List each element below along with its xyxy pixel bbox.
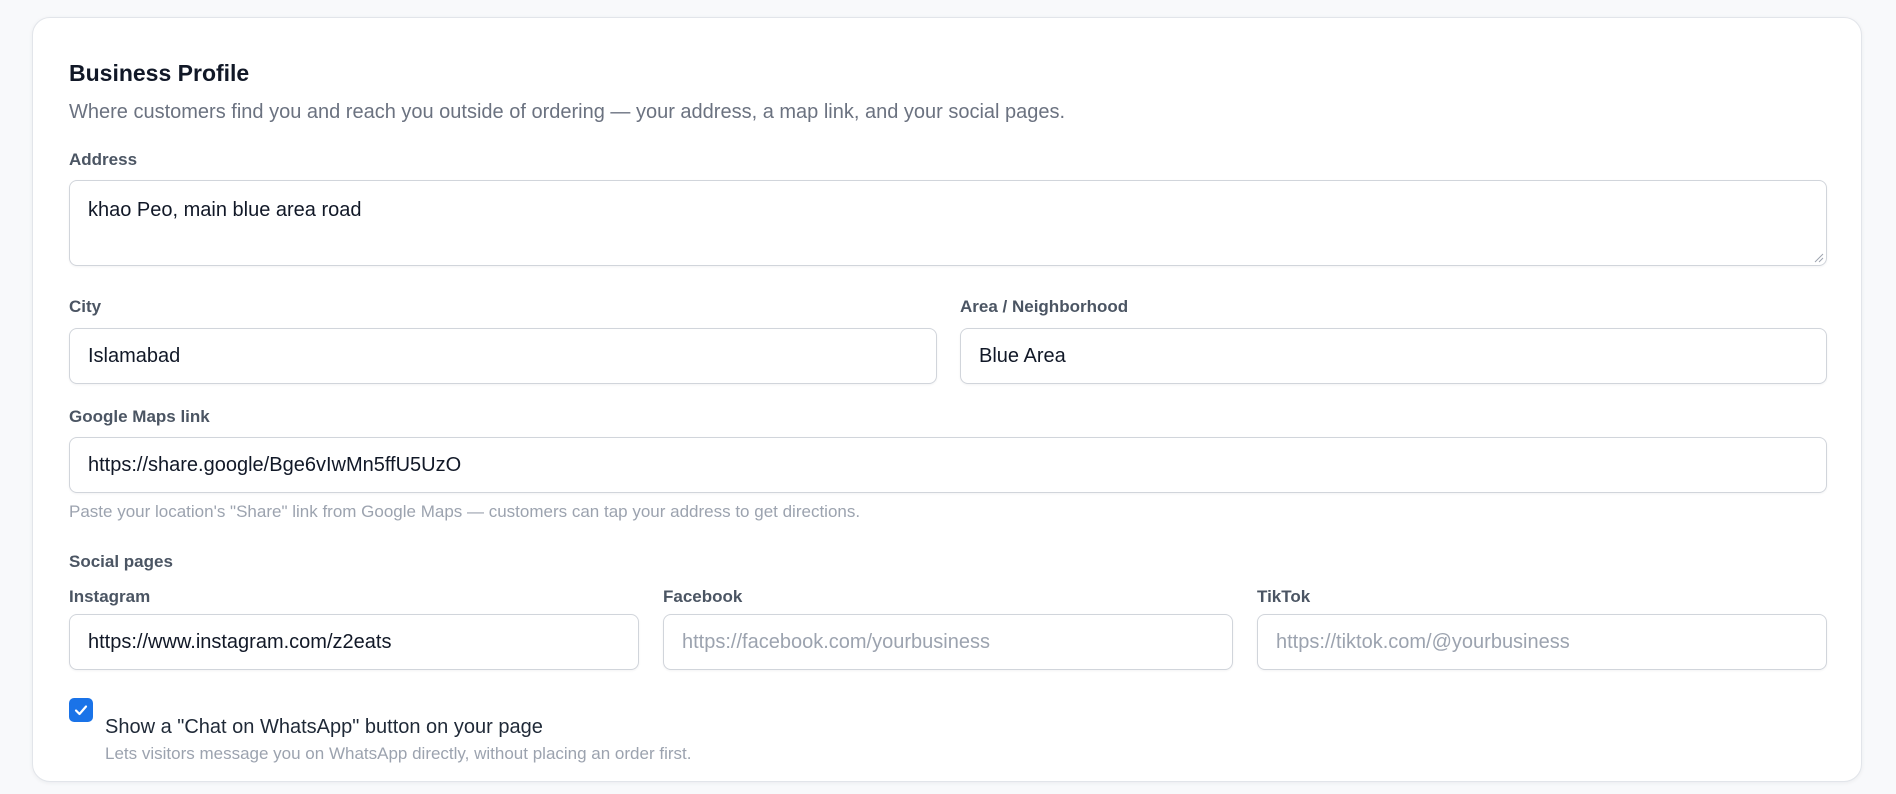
facebook-placeholder: https://facebook.com/yourbusiness <box>682 630 990 653</box>
business-profile-card: Business Profile Where customers find yo… <box>32 17 1862 782</box>
facebook-label: Facebook <box>663 587 743 606</box>
address-label: Address <box>69 150 138 169</box>
tiktok-input[interactable]: https://tiktok.com/@yourbusiness <box>1257 614 1827 670</box>
section-description: Where customers find you and reach you o… <box>69 101 1066 123</box>
instagram-label: Instagram <box>69 587 151 606</box>
tiktok-label: TikTok <box>1257 587 1311 606</box>
area-input[interactable]: Blue Area <box>960 328 1827 384</box>
facebook-input[interactable]: https://facebook.com/yourbusiness <box>663 614 1233 670</box>
instagram-input[interactable]: https://www.instagram.com/z2eats <box>69 614 639 670</box>
city-label: City <box>69 297 102 316</box>
maps-label: Google Maps link <box>69 407 210 426</box>
resize-handle-icon[interactable] <box>1814 253 1824 263</box>
whatsapp-checkbox-label[interactable]: Show a "Chat on WhatsApp" button on your… <box>105 716 543 739</box>
address-textarea[interactable]: khao Peo, main blue area road <box>69 180 1827 266</box>
address-value: khao Peo, main blue area road <box>88 199 362 221</box>
maps-link-value: https://share.google/Bge6vIwMn5ffU5UzO <box>88 453 462 476</box>
tiktok-placeholder: https://tiktok.com/@yourbusiness <box>1276 630 1570 653</box>
section-title: Business Profile <box>69 60 250 86</box>
social-heading: Social pages <box>69 552 173 571</box>
city-value: Islamabad <box>88 344 181 367</box>
city-input[interactable]: Islamabad <box>69 328 937 384</box>
whatsapp-checkbox[interactable] <box>69 698 93 722</box>
whatsapp-hint: Lets visitors message you on WhatsApp di… <box>105 744 692 763</box>
instagram-value: https://www.instagram.com/z2eats <box>88 630 392 653</box>
maps-link-input[interactable]: https://share.google/Bge6vIwMn5ffU5UzO <box>69 437 1827 493</box>
maps-hint: Paste your location's "Share" link from … <box>69 502 861 521</box>
checkmark-icon <box>74 705 88 716</box>
area-label: Area / Neighborhood <box>960 297 1129 316</box>
area-value: Blue Area <box>979 344 1066 367</box>
